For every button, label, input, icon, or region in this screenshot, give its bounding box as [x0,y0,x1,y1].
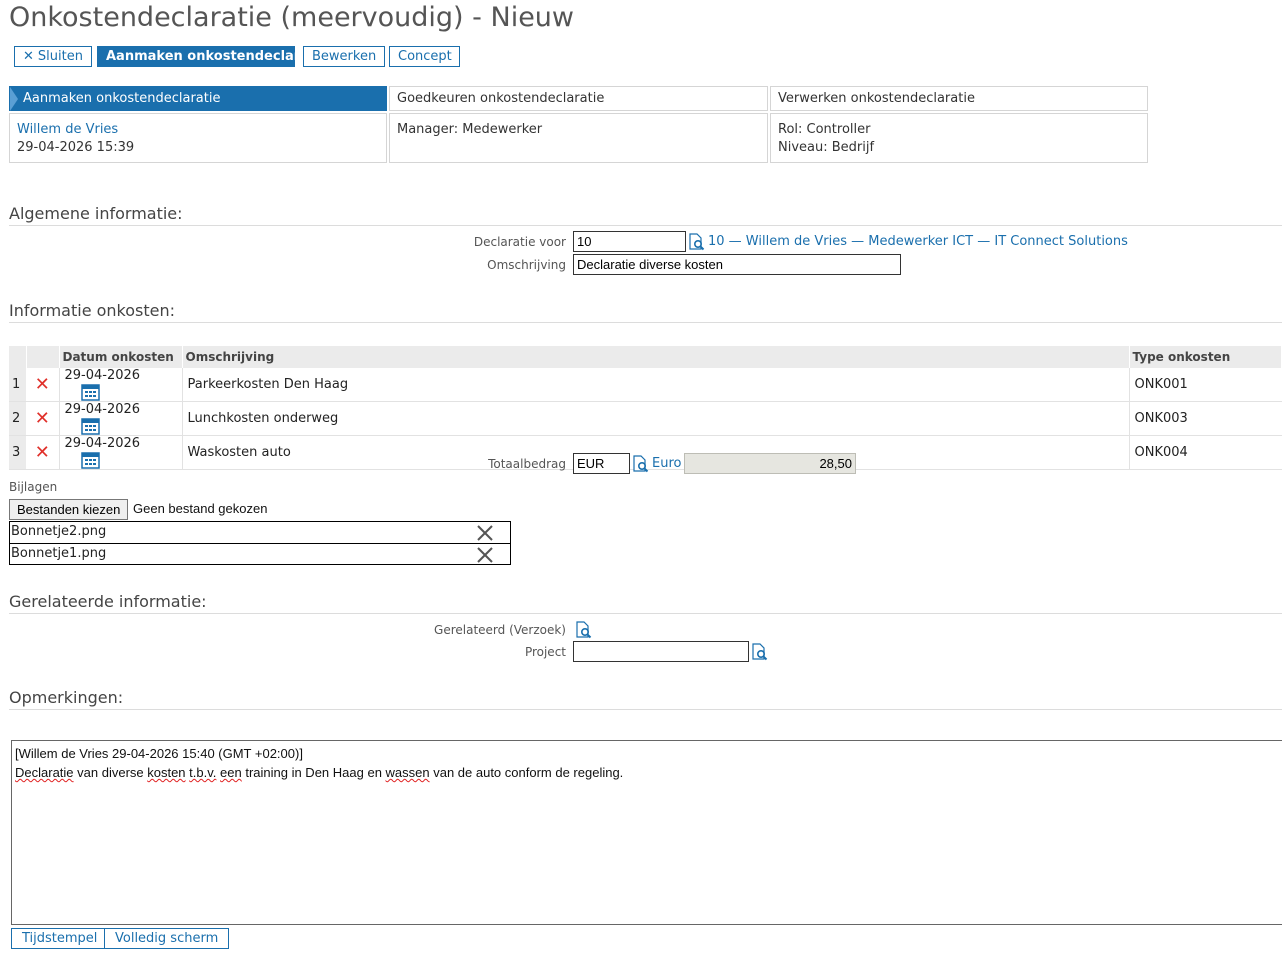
workflow-step-process: Verwerken onkostendeclaratie [770,86,1148,111]
section-expenses: Informatie onkosten: [9,301,1282,323]
type-cell[interactable]: ONK001 [1129,368,1282,402]
col-description: Omschrijving [182,346,1130,368]
date-cell[interactable]: 29-04-2026 [59,368,183,402]
workflow-create-details: Willem de Vries 29-04-2026 15:39 [9,113,387,163]
col-date: Datum onkosten [59,346,183,368]
workflow-step-create: Aanmaken onkostendeclaratie [9,86,387,111]
expenses-table: Datum onkosten Omschrijving Type onkoste… [9,346,1282,470]
processor-level: Niveau: Bedrijf [778,140,875,155]
calendar-icon[interactable] [80,383,100,401]
table-row: 2 ✕ 29-04-2026 Lunchkosten onderweg ONK0… [9,401,1282,436]
section-remarks: Opmerkingen: [9,688,1282,710]
project-label: Project [524,645,566,659]
currency-input[interactable]: EUR [573,453,630,474]
fullscreen-button[interactable]: Volledig scherm [104,928,230,949]
date-cell[interactable]: 29-04-2026 [59,401,183,436]
edit-button[interactable]: Bewerken [303,46,386,67]
related-request-lookup-icon[interactable] [574,621,592,639]
table-row: 1 ✕ 29-04-2026 Parkeerkosten Den Haag ON… [9,368,1282,402]
row-number: 2 [9,401,26,436]
project-input[interactable] [573,641,749,662]
currency-name-link[interactable]: Euro [652,456,681,471]
timestamp-button[interactable]: Tijdstempel [11,928,109,949]
declaration-for-label: Declaratie voor [473,235,566,249]
close-button[interactable]: ✕ Sluiten [14,46,92,67]
section-related-info: Gerelateerde informatie: [9,592,1282,614]
choose-files-button[interactable]: Bestanden kiezen [9,499,129,520]
approver-role: Manager: Medewerker [397,122,543,137]
no-file-chosen-text: Geen bestand gekozen [133,501,268,516]
total-amount-field: 28,50 [684,453,856,474]
declaration-for-link[interactable]: 10 — Willem de Vries — Medewerker ICT — … [708,234,1128,249]
workflow-process-details: Rol: Controller Niveau: Bedrijf [770,113,1148,163]
description-cell[interactable]: Lunchkosten onderweg [182,401,1130,436]
attachment-list: Bonnetje2.png Bonnetje1.png [9,521,511,565]
col-type: Type onkosten [1129,346,1282,368]
section-general-info: Algemene informatie: [9,204,1282,226]
description-cell[interactable]: Parkeerkosten Den Haag [182,368,1130,402]
currency-lookup-icon[interactable] [631,455,649,473]
created-timestamp: 29-04-2026 15:39 [17,140,135,155]
remarks-header-line: [Willem de Vries 29-04-2026 15:40 (GMT +… [15,746,303,761]
attachment-item: Bonnetje1.png [10,543,510,564]
declaration-lookup-icon[interactable] [687,233,705,251]
declaration-for-input[interactable]: 10 [573,231,686,252]
delete-row-icon[interactable]: ✕ [26,368,60,402]
calendar-icon[interactable] [80,417,100,435]
attachment-item: Bonnetje2.png [10,522,510,543]
attachments-label: Bijlagen [9,480,58,494]
description-label: Omschrijving [487,258,566,272]
description-input[interactable]: Declaratie diverse kosten [573,254,901,275]
related-request-label: Gerelateerd (Verzoek) [434,623,566,637]
type-cell[interactable]: ONK004 [1129,435,1282,470]
remarks-body-line: Declaratie van diverse kosten t.b.v. een… [15,765,624,780]
concept-button[interactable]: Concept [389,46,460,67]
delete-row-icon[interactable]: ✕ [26,435,60,470]
creator-link[interactable]: Willem de Vries [17,121,379,139]
attachment-filename[interactable]: Bonnetje1.png [11,546,106,561]
workflow-step-approve: Goedkeuren onkostendeclaratie [389,86,768,111]
calendar-icon[interactable] [80,451,100,469]
total-label: Totaalbedrag [488,457,566,471]
processor-role: Rol: Controller [778,122,871,137]
delete-row-icon[interactable]: ✕ [26,401,60,436]
remarks-textarea[interactable]: [Willem de Vries 29-04-2026 15:40 (GMT +… [11,740,1282,925]
close-icon: ✕ [23,49,34,64]
create-expense-button[interactable]: Aanmaken onkostendeclaratie [97,46,328,67]
workflow-approve-details: Manager: Medewerker [389,113,768,163]
row-number: 1 [9,368,26,402]
row-number: 3 [9,435,26,470]
remove-attachment-icon[interactable] [476,524,494,542]
attachment-filename[interactable]: Bonnetje2.png [11,524,106,539]
project-lookup-icon[interactable] [750,643,768,661]
type-cell[interactable]: ONK003 [1129,401,1282,436]
date-cell[interactable]: 29-04-2026 [59,435,183,470]
page-title: Onkostendeclaratie (meervoudig) - Nieuw [9,2,574,33]
remove-attachment-icon[interactable] [476,546,494,564]
